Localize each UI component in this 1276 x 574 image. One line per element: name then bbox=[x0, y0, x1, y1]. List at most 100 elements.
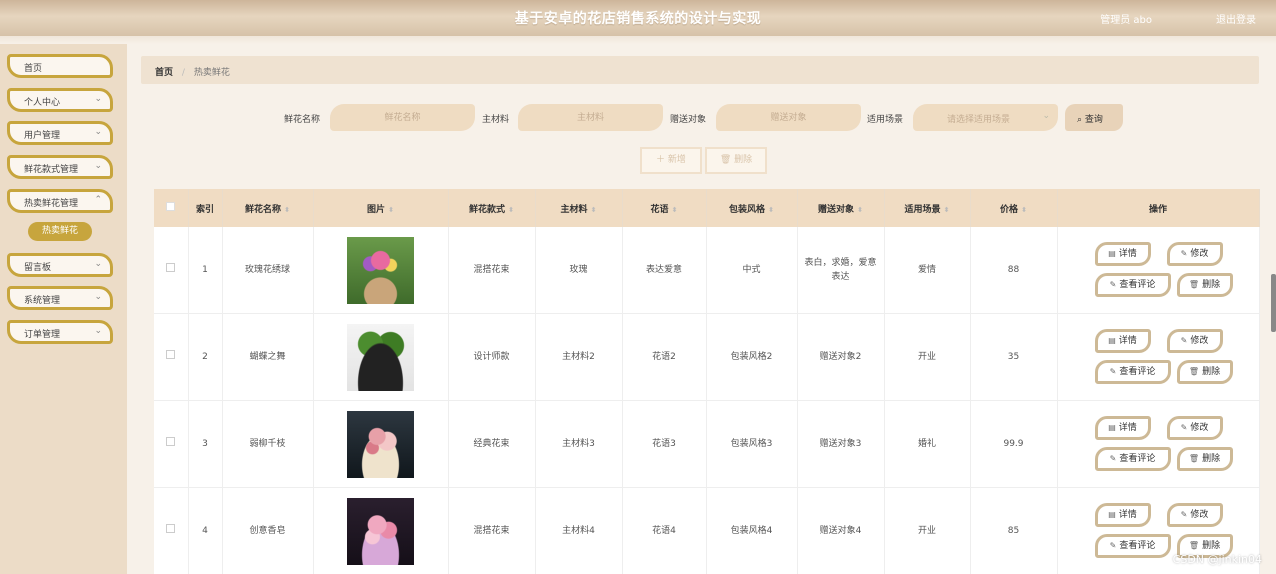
detail-button[interactable]: ▤ 详情 bbox=[1094, 503, 1151, 527]
name-label: 鲜花名称 bbox=[284, 115, 321, 125]
header-material[interactable]: 主材料 ⬍ bbox=[535, 189, 623, 227]
edit-icon: ✎ bbox=[1180, 249, 1188, 258]
sort-icon[interactable]: ⬍ bbox=[768, 206, 774, 214]
sidebar-subitem-hot-flowers[interactable]: 热卖鲜花 bbox=[28, 222, 92, 241]
edit-label: 修改 bbox=[1190, 510, 1209, 520]
select-all-checkbox[interactable] bbox=[166, 202, 176, 211]
cell-price: 99.9 bbox=[970, 400, 1058, 488]
row-checkbox[interactable] bbox=[166, 350, 176, 359]
plus-icon: ＋ bbox=[656, 155, 668, 165]
add-button-label: 新增 bbox=[667, 155, 686, 165]
material-input[interactable] bbox=[518, 104, 663, 131]
chevron-down-icon: ⌄ bbox=[94, 94, 102, 104]
sidebar-item-home[interactable]: 首页 bbox=[7, 54, 113, 78]
cell-name: 玫瑰花绣球 bbox=[222, 227, 314, 314]
chevron-down-icon: ⌄ bbox=[1042, 111, 1050, 121]
query-button[interactable]: ⌕ 查询 bbox=[1065, 104, 1123, 131]
target-input[interactable] bbox=[716, 104, 861, 131]
row-select-cell[interactable] bbox=[154, 400, 189, 488]
chevron-up-icon: ⌃ bbox=[94, 195, 102, 205]
edit-button[interactable]: ✎ 修改 bbox=[1166, 242, 1223, 266]
sidebar-item-label: 热卖鲜花管理 bbox=[24, 199, 79, 209]
sidebar-item-hot-flowers[interactable]: 热卖鲜花管理 ⌃ bbox=[7, 189, 113, 213]
row-select-cell[interactable] bbox=[154, 227, 189, 314]
edit-button[interactable]: ✎ 修改 bbox=[1166, 416, 1223, 440]
header-divider bbox=[0, 36, 1276, 44]
sidebar-item-orders[interactable]: 订单管理 ⌄ bbox=[7, 320, 113, 344]
sort-icon[interactable]: ⬍ bbox=[388, 206, 394, 214]
comments-button[interactable]: ✎ 查看评论 bbox=[1094, 447, 1171, 471]
sort-icon[interactable]: ⬍ bbox=[672, 206, 678, 214]
sidebar-item-system[interactable]: 系统管理 ⌄ bbox=[7, 286, 113, 310]
row-checkbox[interactable] bbox=[166, 524, 176, 533]
row-select-cell[interactable] bbox=[154, 487, 189, 574]
edit-button[interactable]: ✎ 修改 bbox=[1166, 329, 1223, 353]
cell-price: 88 bbox=[970, 227, 1058, 314]
breadcrumb-current: 热卖鲜花 bbox=[193, 68, 230, 78]
detail-button[interactable]: ▤ 详情 bbox=[1094, 416, 1151, 440]
sidebar-item-users[interactable]: 用户管理 ⌄ bbox=[7, 121, 113, 145]
table-row: 3 弱柳千枝 经典花束 主材料3 花语3 包装风格3 赠送对象3 婚礼 99.9… bbox=[154, 400, 1260, 488]
header-language[interactable]: 花语 ⬍ bbox=[622, 189, 707, 227]
row-checkbox[interactable] bbox=[166, 437, 176, 446]
cell-ops: ▤ 详情 ✎ 修改 ✎ 查看评论 🗑 删除 bbox=[1057, 400, 1260, 488]
cell-scene: 开业 bbox=[884, 313, 971, 401]
sort-icon[interactable]: ⬍ bbox=[944, 206, 950, 214]
comments-button[interactable]: ✎ 查看评论 bbox=[1094, 360, 1171, 384]
cell-name: 创意香皂 bbox=[222, 487, 314, 574]
comments-button[interactable]: ✎ 查看评论 bbox=[1094, 534, 1171, 558]
delete-button[interactable]: 🗑 删除 bbox=[1176, 360, 1233, 384]
header-name[interactable]: 鲜花名称 ⬍ bbox=[222, 189, 314, 227]
sort-icon[interactable]: ⬍ bbox=[284, 206, 290, 214]
cell-index: 3 bbox=[188, 400, 223, 488]
sidebar-item-flower-styles[interactable]: 鲜花款式管理 ⌄ bbox=[7, 155, 113, 179]
app-title: 基于安卓的花店销售系统的设计与实现 bbox=[514, 11, 762, 27]
flower-name-input[interactable] bbox=[330, 104, 475, 131]
cell-material: 玫瑰 bbox=[535, 227, 623, 314]
delete-button[interactable]: 🗑 删除 bbox=[1176, 273, 1233, 297]
cell-scene: 爱情 bbox=[884, 227, 971, 314]
edit-label: 修改 bbox=[1190, 336, 1209, 346]
batch-delete-button[interactable]: 🗑 删除 bbox=[705, 147, 767, 174]
edit-icon: ✎ bbox=[1109, 280, 1117, 289]
scene-select[interactable]: 请选择适用场景 ⌄ bbox=[913, 104, 1058, 131]
add-button[interactable]: ＋ 新增 bbox=[640, 147, 702, 174]
header-style[interactable]: 鲜花款式 ⬍ bbox=[448, 189, 536, 227]
sidebar-item-messages[interactable]: 留言板 ⌄ bbox=[7, 253, 113, 277]
comments-button[interactable]: ✎ 查看评论 bbox=[1094, 273, 1171, 297]
header-select-all[interactable] bbox=[154, 189, 189, 227]
cell-material: 主材料3 bbox=[535, 400, 623, 488]
cell-price: 35 bbox=[970, 313, 1058, 401]
header-image[interactable]: 图片 ⬍ bbox=[313, 189, 449, 227]
delete-button[interactable]: 🗑 删除 bbox=[1176, 447, 1233, 471]
header-target[interactable]: 赠送对象 ⬍ bbox=[797, 189, 885, 227]
table-row: 1 玫瑰花绣球 混搭花束 玫瑰 表达爱意 中式 表白，求婚，爱意表达 爱情 88… bbox=[154, 227, 1260, 314]
sort-icon[interactable]: ⬍ bbox=[508, 206, 514, 214]
sort-icon[interactable]: ⬍ bbox=[857, 206, 863, 214]
cell-target: 表白，求婚，爱意表达 bbox=[797, 227, 885, 314]
edit-icon: ✎ bbox=[1180, 510, 1188, 519]
flower-image bbox=[347, 410, 414, 478]
delete-label: 删除 bbox=[1202, 454, 1221, 464]
comments-label: 查看评论 bbox=[1119, 367, 1156, 377]
edit-button[interactable]: ✎ 修改 bbox=[1166, 503, 1223, 527]
header-ops: 操作 bbox=[1057, 189, 1260, 227]
breadcrumb: 首页 / 热卖鲜花 bbox=[141, 56, 1259, 84]
row-checkbox[interactable] bbox=[166, 263, 176, 272]
header-scene[interactable]: 适用场景 ⬍ bbox=[884, 189, 971, 227]
logout-link[interactable]: 退出登录 bbox=[1216, 11, 1256, 26]
cell-ops: ▤ 详情 ✎ 修改 ✎ 查看评论 🗑 删除 bbox=[1057, 313, 1260, 401]
sidebar-item-label: 首页 bbox=[24, 64, 43, 74]
breadcrumb-home[interactable]: 首页 bbox=[155, 68, 173, 78]
sidebar-item-profile[interactable]: 个人中心 ⌄ bbox=[7, 88, 113, 112]
detail-button[interactable]: ▤ 详情 bbox=[1094, 329, 1151, 353]
detail-button[interactable]: ▤ 详情 bbox=[1094, 242, 1151, 266]
cell-target: 赠送对象4 bbox=[797, 487, 885, 574]
cell-material: 主材料2 bbox=[535, 313, 623, 401]
header-price[interactable]: 价格 ⬍ bbox=[970, 189, 1058, 227]
page-scrollbar[interactable] bbox=[1271, 274, 1276, 332]
sort-icon[interactable]: ⬍ bbox=[1021, 206, 1027, 214]
header-package[interactable]: 包装风格 ⬍ bbox=[706, 189, 798, 227]
sort-icon[interactable]: ⬍ bbox=[591, 206, 597, 214]
row-select-cell[interactable] bbox=[154, 313, 189, 401]
